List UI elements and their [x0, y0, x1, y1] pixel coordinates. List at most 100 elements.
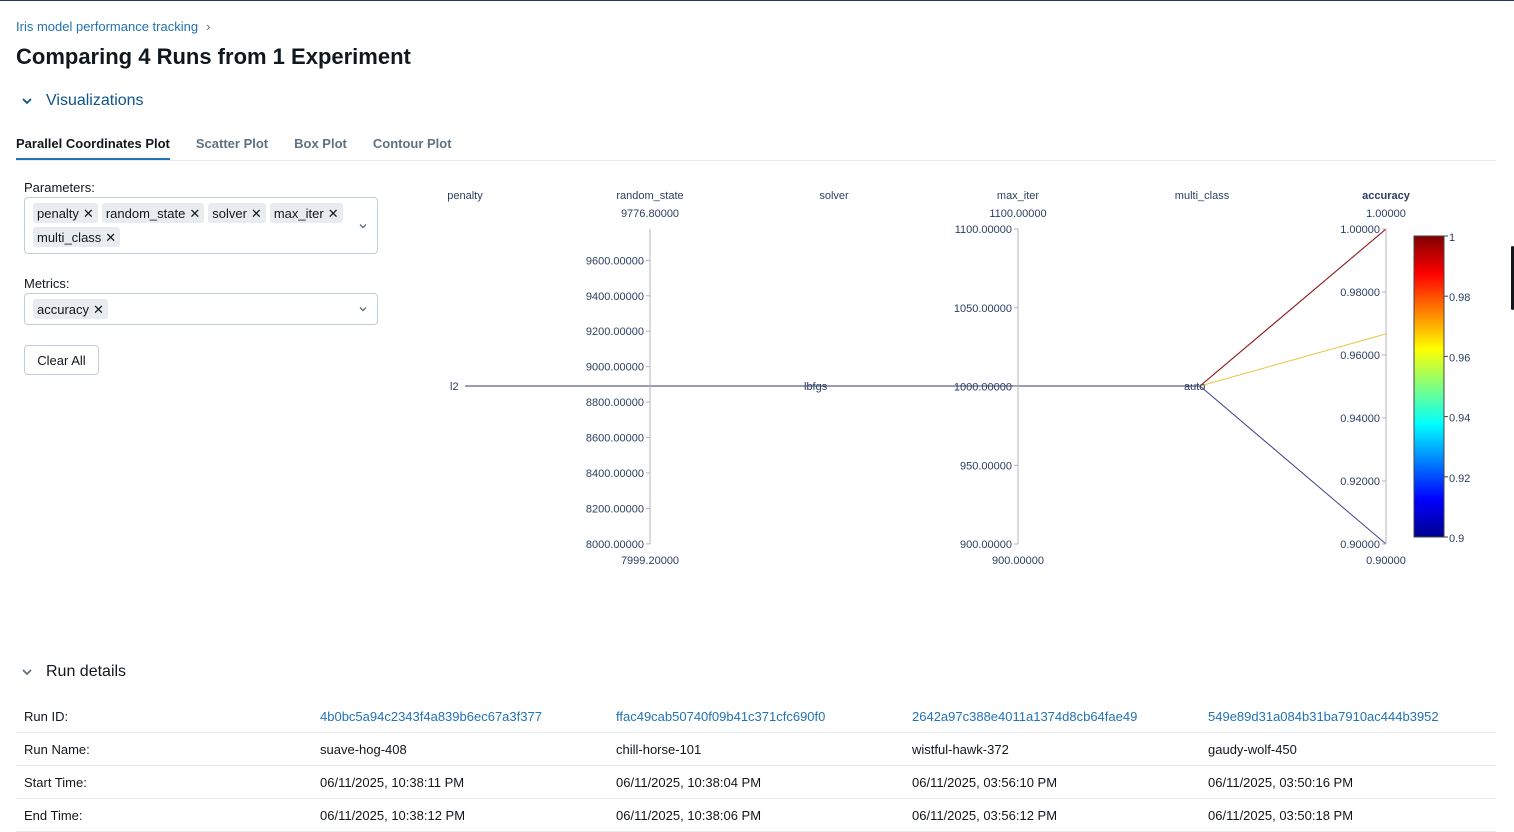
chevron-down-icon: [22, 669, 32, 676]
axis-range-top: 1100.00000: [989, 208, 1046, 220]
tab-parallel-coordinates[interactable]: Parallel Coordinates Plot: [16, 136, 170, 160]
remove-chip-icon[interactable]: ✕: [83, 207, 94, 220]
chip-label: accuracy: [37, 301, 90, 317]
run-name-cell: wistful-hawk-372: [904, 732, 1200, 766]
axis-range-top: 1.00000: [1366, 208, 1406, 220]
run-id-link[interactable]: ffac49cab50740f09b41c371cfc690f0: [616, 709, 825, 724]
table-row: Run Name: suave-hog-408 chill-horse-101 …: [16, 732, 1496, 766]
visualizations-label: Visualizations: [46, 92, 144, 109]
tick-label: 950.00000: [960, 460, 1012, 472]
page-title: Comparing 4 Runs from 1 Experiment: [16, 44, 411, 69]
metrics-select[interactable]: accuracy ✕: [24, 293, 378, 325]
chip-label: solver: [212, 205, 247, 221]
tick-label: 1.00000: [1340, 224, 1380, 236]
row-label: Run Name:: [16, 732, 312, 766]
axis-title-accuracy: accuracy: [1362, 190, 1411, 202]
category-label: l2: [450, 381, 459, 393]
chip-label: max_iter: [273, 205, 324, 221]
tick-label: 900.00000: [960, 539, 1012, 551]
breadcrumb-separator-icon: ›: [206, 19, 211, 34]
end-time-cell: 06/11/2025, 03:56:12 PM: [904, 798, 1200, 832]
tick-label: 0.92000: [1340, 476, 1380, 488]
chevron-down-icon: [22, 98, 32, 105]
remove-chip-icon[interactable]: ✕: [328, 207, 339, 220]
run-name-cell: gaudy-wolf-450: [1200, 732, 1496, 766]
breadcrumb-experiment-link[interactable]: Iris model performance tracking: [16, 19, 198, 34]
axis-range-bottom: 7999.20000: [621, 555, 679, 567]
clear-all-button[interactable]: Clear All: [24, 345, 99, 375]
run-name-cell: chill-horse-101: [608, 732, 904, 766]
parameter-chip: penalty ✕: [33, 203, 98, 223]
row-label: End Time:: [16, 798, 312, 832]
colorbar-tick-label: 1: [1449, 232, 1455, 244]
breadcrumb: Iris model performance tracking ›: [16, 19, 210, 34]
run-id-link[interactable]: 549e89d31a084b31ba7910ac444b3952: [1208, 709, 1439, 724]
tick-label: 1050.00000: [954, 303, 1012, 315]
parameters-label: Parameters:: [24, 180, 95, 195]
visualization-tabs: Parallel Coordinates Plot Scatter Plot B…: [16, 136, 1496, 161]
tab-box-plot[interactable]: Box Plot: [294, 136, 347, 160]
remove-chip-icon[interactable]: ✕: [105, 231, 116, 244]
colorbar-tick-label: 0.96: [1449, 352, 1470, 364]
axis-title-solver: solver: [819, 190, 849, 202]
remove-chip-icon[interactable]: ✕: [93, 303, 104, 316]
tab-scatter-plot[interactable]: Scatter Plot: [196, 136, 268, 160]
visualizations-section-toggle[interactable]: Visualizations: [22, 92, 144, 110]
tick-label: 9600.00000: [586, 255, 644, 267]
tick-label: 0.98000: [1340, 287, 1380, 299]
top-border: [0, 0, 1514, 1]
colorbar-tick-label: 0.98: [1449, 292, 1470, 304]
remove-chip-icon[interactable]: ✕: [189, 207, 200, 220]
remove-chip-icon[interactable]: ✕: [251, 207, 262, 220]
run-id-link[interactable]: 2642a97c388e4011a1374d8cb64fae49: [912, 709, 1137, 724]
row-label: Start Time:: [16, 765, 312, 799]
table-row: Start Time: 06/11/2025, 10:38:11 PM 06/1…: [16, 765, 1496, 799]
start-time-cell: 06/11/2025, 03:50:16 PM: [1200, 765, 1496, 799]
axis-title-multi-class: multi_class: [1175, 190, 1230, 202]
chevron-down-icon[interactable]: [358, 304, 368, 314]
end-time-cell: 06/11/2025, 10:38:06 PM: [608, 798, 904, 832]
metrics-label: Metrics:: [24, 276, 70, 291]
tick-label: 1100.00000: [955, 224, 1012, 236]
run-id-link[interactable]: 4b0bc5a94c2343f4a839b6ec67a3f377: [320, 709, 542, 724]
start-time-cell: 06/11/2025, 03:56:10 PM: [904, 765, 1200, 799]
axis-range-bottom: 900.00000: [992, 555, 1044, 567]
tick-label: 9000.00000: [586, 362, 644, 374]
category-label: auto: [1184, 381, 1205, 393]
tick-label: 1000.00000: [954, 382, 1012, 394]
chip-label: penalty: [37, 205, 79, 221]
parameters-select[interactable]: penalty ✕ random_state ✕ solver ✕ max_iter ✕…: [24, 197, 378, 254]
end-time-cell: 06/11/2025, 03:50:18 PM: [1200, 798, 1496, 832]
tick-label: 9200.00000: [586, 326, 644, 338]
parameter-chip: solver ✕: [208, 203, 266, 223]
run-line: [465, 385, 1387, 545]
tick-label: 8400.00000: [586, 468, 644, 480]
axis-range-bottom: 0.90000: [1366, 555, 1406, 567]
chip-label: random_state: [105, 205, 186, 221]
colorbar-tick-label: 0.94: [1449, 413, 1470, 425]
chevron-down-icon[interactable]: [358, 221, 368, 231]
tick-label: 8000.00000: [586, 539, 644, 551]
category-label: lbfgs: [804, 381, 828, 393]
tick-label: 0.94000: [1340, 413, 1380, 425]
axis-title-max-iter: max_iter: [997, 190, 1040, 202]
tick-label: 8800.00000: [586, 397, 644, 409]
parameter-chip: max_iter ✕: [269, 203, 343, 223]
table-row: End Time: 06/11/2025, 10:38:12 PM 06/11/…: [16, 798, 1496, 832]
tick-label: 9400.00000: [586, 291, 644, 303]
parallel-coordinates-plot[interactable]: penalty l2 random_state 9776.80000 7999.2000…: [400, 180, 1500, 580]
run-name-cell: suave-hog-408: [312, 732, 608, 766]
tab-contour-plot[interactable]: Contour Plot: [373, 136, 452, 160]
parameter-chip: random_state ✕: [101, 203, 205, 223]
end-time-cell: 06/11/2025, 10:38:12 PM: [312, 798, 608, 832]
parameter-chip: multi_class ✕: [33, 227, 121, 247]
colorbar-tick-label: 0.9: [1449, 533, 1464, 545]
axis-title-random-state: random_state: [616, 190, 683, 202]
tick-label: 8200.00000: [586, 503, 644, 515]
colorbar: [1413, 235, 1445, 538]
run-details-section-toggle[interactable]: Run details: [22, 663, 126, 681]
axis-title-penalty: penalty: [447, 190, 483, 202]
run-details-label: Run details: [46, 663, 127, 680]
table-row: Run ID: 4b0bc5a94c2343f4a839b6ec67a3f377…: [16, 700, 1496, 733]
chip-label: multi_class: [37, 229, 102, 245]
